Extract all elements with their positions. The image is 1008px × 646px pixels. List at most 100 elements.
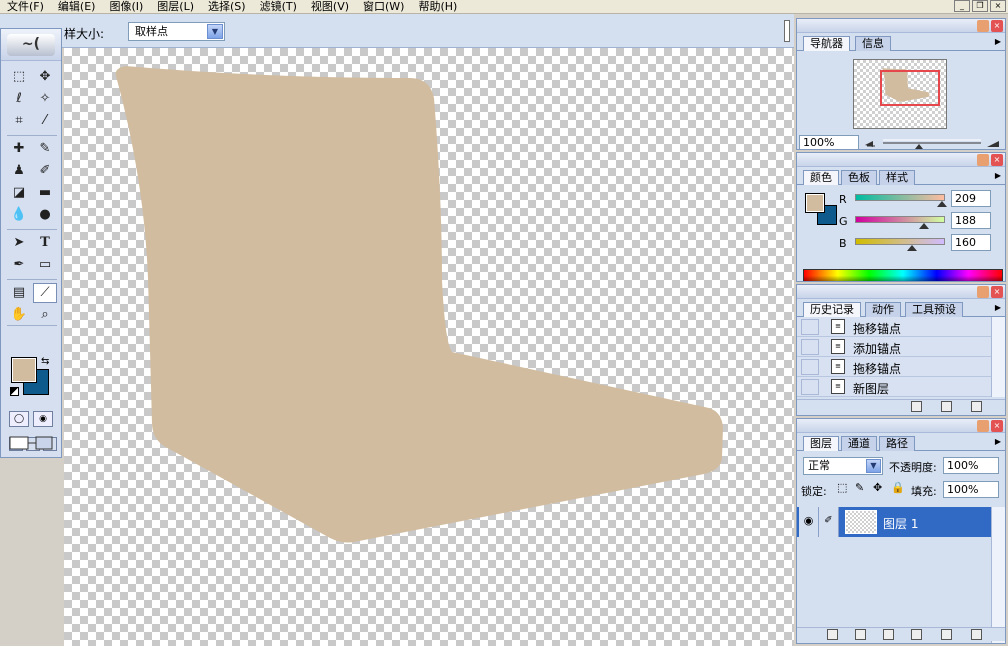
panel-menu-icon[interactable]: ▶ bbox=[995, 303, 1001, 312]
panel-menu-icon[interactable]: ▶ bbox=[995, 171, 1001, 180]
menu-select[interactable]: 选择(S) bbox=[201, 0, 253, 13]
blue-value-input[interactable]: 160 bbox=[951, 234, 991, 251]
close-icon[interactable]: × bbox=[991, 286, 1003, 298]
tab-swatches[interactable]: 色板 bbox=[841, 170, 877, 185]
red-slider-knob[interactable] bbox=[937, 201, 947, 207]
navigator-thumbnail[interactable] bbox=[853, 59, 947, 129]
menu-window[interactable]: 窗口(W) bbox=[356, 0, 411, 13]
tab-navigator[interactable]: 导航器 bbox=[803, 36, 850, 52]
panel-menu-icon[interactable]: ▶ bbox=[995, 437, 1001, 446]
tab-color[interactable]: 颜色 bbox=[803, 170, 839, 186]
standard-mode-button[interactable]: ◯ bbox=[9, 411, 29, 427]
tab-info[interactable]: 信息 bbox=[855, 36, 891, 51]
opacity-input[interactable]: 100% bbox=[943, 457, 999, 474]
new-layer-icon[interactable] bbox=[941, 629, 952, 640]
history-brush-tool-icon[interactable]: ✐ bbox=[33, 161, 57, 181]
color-panel-foreground-swatch[interactable] bbox=[805, 193, 825, 213]
path-select-tool-icon[interactable]: ➤ bbox=[7, 233, 31, 253]
blur-tool-icon[interactable]: 💧 bbox=[7, 205, 31, 225]
minimize-icon[interactable] bbox=[977, 286, 989, 298]
notes-tool-icon[interactable]: ▤ bbox=[7, 283, 31, 303]
tab-channels[interactable]: 通道 bbox=[841, 436, 877, 451]
history-snapshot-checkbox[interactable] bbox=[801, 319, 819, 335]
close-icon[interactable]: × bbox=[991, 154, 1003, 166]
trash-icon[interactable] bbox=[971, 401, 982, 412]
new-document-from-state-icon[interactable] bbox=[911, 401, 922, 412]
default-colors-icon[interactable] bbox=[10, 387, 19, 396]
tab-paths[interactable]: 路径 bbox=[879, 436, 915, 451]
navigator-view-box[interactable] bbox=[880, 70, 940, 106]
hand-tool-icon[interactable]: ✋ bbox=[7, 305, 31, 325]
crop-tool-icon[interactable]: ⌗ bbox=[7, 111, 31, 131]
history-snapshot-checkbox[interactable] bbox=[801, 339, 819, 355]
jump-to-imageready-button[interactable] bbox=[8, 434, 56, 452]
brush-tool-icon[interactable]: ✎ bbox=[33, 139, 57, 159]
zoom-input[interactable]: 100% bbox=[799, 135, 859, 149]
layer-row[interactable]: ◉ ✐ 图层 1 bbox=[797, 507, 993, 537]
menu-image[interactable]: 图像(I) bbox=[102, 0, 150, 13]
history-item[interactable]: ≡ 拖移锚点 bbox=[797, 357, 1005, 377]
magic-wand-tool-icon[interactable]: ✧ bbox=[33, 89, 57, 109]
green-slider-knob[interactable] bbox=[919, 223, 929, 229]
brush-link-icon[interactable]: ✐ bbox=[819, 507, 839, 537]
menu-file[interactable]: 文件(F) bbox=[0, 0, 51, 13]
history-snapshot-checkbox[interactable] bbox=[801, 359, 819, 375]
lock-transparency-icon[interactable]: ⬚ bbox=[837, 481, 847, 494]
history-scrollbar[interactable] bbox=[991, 317, 1005, 397]
green-value-input[interactable]: 188 bbox=[951, 212, 991, 229]
quick-mask-button[interactable]: ◉ bbox=[33, 411, 53, 427]
foreground-color-swatch[interactable] bbox=[11, 357, 37, 383]
clone-stamp-tool-icon[interactable]: ♟ bbox=[7, 161, 31, 181]
lock-all-icon[interactable]: 🔒 bbox=[891, 481, 905, 494]
close-icon[interactable]: × bbox=[991, 20, 1003, 32]
layer-name[interactable]: 图层 1 bbox=[883, 515, 918, 532]
blue-slider-knob[interactable] bbox=[907, 245, 917, 251]
menu-layer[interactable]: 图层(L) bbox=[150, 0, 201, 13]
tab-actions[interactable]: 动作 bbox=[865, 302, 901, 317]
menu-help[interactable]: 帮助(H) bbox=[411, 0, 464, 13]
trash-icon[interactable] bbox=[971, 629, 982, 640]
move-tool-icon[interactable]: ✥ bbox=[33, 67, 57, 87]
history-item[interactable]: ≡ 拖移锚点 bbox=[797, 317, 1005, 337]
blend-mode-select[interactable]: 正常 ▼ bbox=[803, 457, 883, 475]
zoom-slider[interactable] bbox=[863, 135, 1003, 150]
tab-history[interactable]: 历史记录 bbox=[803, 302, 861, 318]
lock-position-icon[interactable]: ✥ bbox=[873, 481, 882, 494]
photoshop-logo-icon[interactable]: ~( bbox=[7, 34, 55, 56]
minimize-button[interactable]: _ bbox=[954, 0, 970, 12]
swap-colors-icon[interactable]: ⇆ bbox=[41, 356, 49, 367]
lock-image-icon[interactable]: ✎ bbox=[855, 481, 864, 494]
slice-tool-icon[interactable]: ⁄ bbox=[33, 111, 57, 131]
adjustment-layer-icon[interactable] bbox=[911, 629, 922, 640]
eye-icon[interactable]: ◉ bbox=[799, 507, 819, 537]
minimize-icon[interactable] bbox=[977, 154, 989, 166]
new-snapshot-icon[interactable] bbox=[941, 401, 952, 412]
type-tool-icon[interactable]: T bbox=[33, 233, 57, 253]
healing-brush-tool-icon[interactable]: ✚ bbox=[7, 139, 31, 159]
shape-tool-icon[interactable]: ▭ bbox=[33, 255, 57, 275]
menu-edit[interactable]: 编辑(E) bbox=[51, 0, 103, 13]
panel-menu-icon[interactable]: ▶ bbox=[995, 37, 1001, 46]
layer-style-icon[interactable] bbox=[827, 629, 838, 640]
sample-size-select[interactable]: 取样点 ▼ bbox=[128, 22, 225, 41]
chevron-down-icon[interactable]: ▼ bbox=[866, 459, 881, 473]
new-set-icon[interactable] bbox=[883, 629, 894, 640]
menu-view[interactable]: 视图(V) bbox=[304, 0, 356, 13]
document-canvas[interactable] bbox=[64, 48, 794, 646]
red-value-input[interactable]: 209 bbox=[951, 190, 991, 207]
close-icon[interactable]: × bbox=[991, 420, 1003, 432]
close-button[interactable]: × bbox=[990, 0, 1006, 12]
minimize-icon[interactable] bbox=[977, 20, 989, 32]
tab-layers[interactable]: 图层 bbox=[803, 436, 839, 452]
pen-tool-icon[interactable]: ✒ bbox=[7, 255, 31, 275]
restore-button[interactable]: ❐ bbox=[972, 0, 988, 12]
history-snapshot-checkbox[interactable] bbox=[801, 379, 819, 395]
color-spectrum-ramp[interactable] bbox=[803, 269, 1003, 281]
history-item[interactable]: ≡ 新图层 bbox=[797, 377, 1005, 397]
fill-input[interactable]: 100% bbox=[943, 481, 999, 498]
eyedropper-tool-icon[interactable]: ⟋ bbox=[33, 283, 57, 303]
minimize-icon[interactable] bbox=[977, 420, 989, 432]
marquee-tool-icon[interactable]: ⬚ bbox=[7, 67, 31, 87]
green-slider[interactable] bbox=[855, 216, 945, 223]
chevron-down-icon[interactable]: ▼ bbox=[207, 24, 223, 39]
